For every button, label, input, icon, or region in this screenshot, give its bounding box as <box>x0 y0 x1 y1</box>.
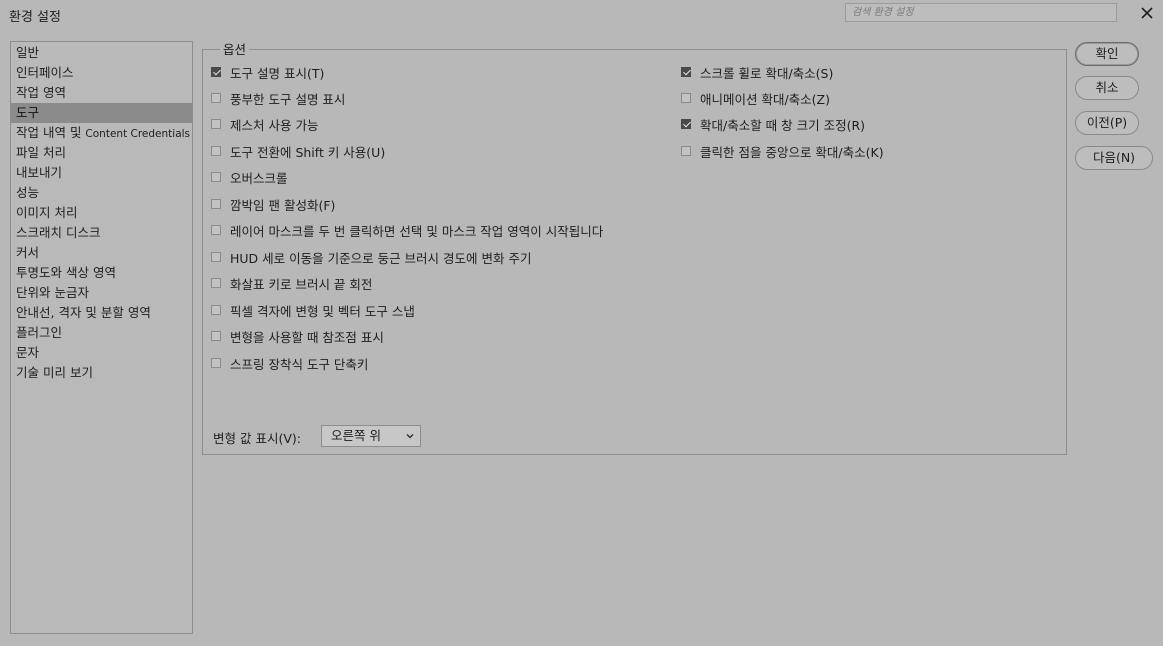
checkbox[interactable] <box>211 358 221 368</box>
option-shift-key-tool-switch[interactable]: 도구 전환에 Shift 키 사용(U) <box>211 142 385 160</box>
sidebar-item-label: 기술 미리 보기 <box>16 365 93 380</box>
preferences-category-list: 일반 인터페이스 작업 영역 도구 작업 내역 및 Content Creden… <box>10 41 193 634</box>
option-show-reference-point[interactable]: 변형을 사용할 때 참조점 표시 <box>211 327 384 345</box>
checkbox[interactable] <box>681 146 691 156</box>
option-label: 변형을 사용할 때 참조점 표시 <box>230 329 384 345</box>
checkbox[interactable] <box>211 252 221 262</box>
sidebar-item-transparency-gamut[interactable]: 투명도와 색상 영역 <box>11 263 192 283</box>
sidebar-item-guides-grid-slices[interactable]: 안내선, 격자 및 분할 영역 <box>11 303 192 323</box>
dialog-title: 환경 설정 <box>9 10 61 25</box>
sidebar-item-performance[interactable]: 성능 <box>11 183 192 203</box>
checkbox[interactable] <box>681 67 691 77</box>
option-rich-tooltips[interactable]: 풍부한 도구 설명 표시 <box>211 89 345 107</box>
sidebar-item-label: 작업 내역 및 <box>16 125 86 140</box>
sidebar-item-history-content-credentials[interactable]: 작업 내역 및 Content Credentials <box>11 123 192 143</box>
checkbox[interactable] <box>211 278 221 288</box>
option-animated-zoom[interactable]: 애니메이션 확대/축소(Z) <box>681 89 830 107</box>
option-label: 깜박임 팬 활성화(F) <box>230 197 336 213</box>
sidebar-item-label: 스크래치 디스크 <box>16 225 101 240</box>
search-input[interactable] <box>845 3 1117 22</box>
option-hud-brush-hardness[interactable]: HUD 세로 이동을 기준으로 둥근 브러시 경도에 변화 주기 <box>211 248 531 266</box>
sidebar-item-file-handling[interactable]: 파일 처리 <box>11 143 192 163</box>
sidebar-item-image-processing[interactable]: 이미지 처리 <box>11 203 192 223</box>
option-label: 스프링 장착식 도구 단축키 <box>230 356 369 372</box>
sidebar-item-label: 투명도와 색상 영역 <box>16 265 116 280</box>
option-label: 풍부한 도구 설명 표시 <box>230 91 346 107</box>
checkbox[interactable] <box>211 225 221 235</box>
close-button[interactable] <box>1137 3 1157 23</box>
option-label: 도구 설명 표시(T) <box>230 65 325 81</box>
sidebar-item-label: 인터페이스 <box>16 65 74 80</box>
sidebar-item-export[interactable]: 내보내기 <box>11 163 192 183</box>
sidebar-item-type[interactable]: 문자 <box>11 343 192 363</box>
sidebar-item-label: 단위와 눈금자 <box>16 285 89 300</box>
transform-values-value: 오른쪽 위 <box>331 428 381 443</box>
option-label: 스크롤 휠로 확대/축소(S) <box>700 65 834 81</box>
sidebar-item-technology-previews[interactable]: 기술 미리 보기 <box>11 363 192 383</box>
sidebar-item-label: 플러그인 <box>16 325 63 340</box>
option-label: 제스처 사용 가능 <box>230 117 319 133</box>
sidebar-item-cursors[interactable]: 커서 <box>11 243 192 263</box>
sidebar-item-label: 도구 <box>16 105 40 120</box>
sidebar-item-label: 커서 <box>16 245 40 260</box>
checkbox[interactable] <box>211 146 221 156</box>
option-double-click-layer-mask[interactable]: 레이어 마스크를 두 번 클릭하면 선택 및 마스크 작업 영역이 시작됩니다 <box>211 221 603 239</box>
option-label: 확대/축소할 때 창 크기 조정(R) <box>700 117 866 133</box>
checkbox[interactable] <box>211 172 221 182</box>
checkbox[interactable] <box>211 67 221 77</box>
sidebar-item-label: 일반 <box>16 45 40 60</box>
option-zoom-clicked-point-center[interactable]: 클릭한 점을 중앙으로 확대/축소(K) <box>681 142 884 160</box>
sidebar-item-label-small: Content Credentials <box>85 128 191 140</box>
option-spring-loaded-shortcuts[interactable]: 스프링 장착식 도구 단축키 <box>211 354 368 372</box>
checkbox[interactable] <box>211 93 221 103</box>
checkbox[interactable] <box>681 119 691 129</box>
option-label: 픽셀 격자에 변형 및 벡터 도구 스냅 <box>230 303 415 319</box>
title-bar: 환경 설정 <box>0 0 1163 28</box>
checkbox[interactable] <box>211 331 221 341</box>
sidebar-item-label: 성능 <box>16 185 40 200</box>
transform-values-select[interactable]: 오른쪽 위 <box>321 425 421 447</box>
cancel-button[interactable]: 취소 <box>1075 76 1139 100</box>
option-label: 도구 전환에 Shift 키 사용(U) <box>230 144 386 160</box>
checkbox[interactable] <box>211 199 221 209</box>
option-label: HUD 세로 이동을 기준으로 둥근 브러시 경도에 변화 주기 <box>230 250 532 266</box>
sidebar-item-workspace[interactable]: 작업 영역 <box>11 83 192 103</box>
option-overscroll[interactable]: 오버스크롤 <box>211 168 288 186</box>
checkbox[interactable] <box>681 93 691 103</box>
option-enable-gestures[interactable]: 제스처 사용 가능 <box>211 115 318 133</box>
options-group-legend: 옵션 <box>220 39 250 58</box>
sidebar-item-label: 작업 영역 <box>16 85 66 100</box>
prev-button[interactable]: 이전(P) <box>1075 111 1139 135</box>
option-arrow-keys-rotate-brush[interactable]: 화살표 키로 브러시 끝 회전 <box>211 274 372 292</box>
sidebar-item-label: 내보내기 <box>16 165 63 180</box>
option-label: 오버스크롤 <box>230 170 288 186</box>
option-label: 클릭한 점을 중앙으로 확대/축소(K) <box>700 144 884 160</box>
sidebar-item-tools[interactable]: 도구 <box>11 103 192 123</box>
option-label: 애니메이션 확대/축소(Z) <box>700 91 831 107</box>
chevron-down-icon <box>406 434 414 439</box>
sidebar-item-label: 파일 처리 <box>16 145 66 160</box>
ok-button[interactable]: 확인 <box>1075 42 1139 66</box>
option-zoom-resizes-windows[interactable]: 확대/축소할 때 창 크기 조정(R) <box>681 115 865 133</box>
checkbox[interactable] <box>211 119 221 129</box>
option-snap-to-pixel-grid[interactable]: 픽셀 격자에 변형 및 벡터 도구 스냅 <box>211 301 415 319</box>
sidebar-item-units-rulers[interactable]: 단위와 눈금자 <box>11 283 192 303</box>
sidebar-item-label: 안내선, 격자 및 분할 영역 <box>16 305 151 320</box>
option-label: 레이어 마스크를 두 번 클릭하면 선택 및 마스크 작업 영역이 시작됩니다 <box>230 223 604 239</box>
option-show-tooltips[interactable]: 도구 설명 표시(T) <box>211 63 324 81</box>
checkbox[interactable] <box>211 305 221 315</box>
option-label: 화살표 키로 브러시 끝 회전 <box>230 276 373 292</box>
option-flick-panning[interactable]: 깜박임 팬 활성화(F) <box>211 195 335 213</box>
sidebar-item-label: 이미지 처리 <box>16 205 78 220</box>
sidebar-item-plugins[interactable]: 플러그인 <box>11 323 192 343</box>
close-icon <box>1141 7 1153 19</box>
sidebar-item-interface[interactable]: 인터페이스 <box>11 63 192 83</box>
sidebar-item-general[interactable]: 일반 <box>11 43 192 63</box>
next-button[interactable]: 다음(N) <box>1075 146 1153 170</box>
sidebar-item-scratch-disks[interactable]: 스크래치 디스크 <box>11 223 192 243</box>
sidebar-item-label: 문자 <box>16 345 40 360</box>
option-zoom-scroll-wheel[interactable]: 스크롤 휠로 확대/축소(S) <box>681 63 833 81</box>
transform-values-label: 변형 값 표시(V): <box>213 431 301 446</box>
